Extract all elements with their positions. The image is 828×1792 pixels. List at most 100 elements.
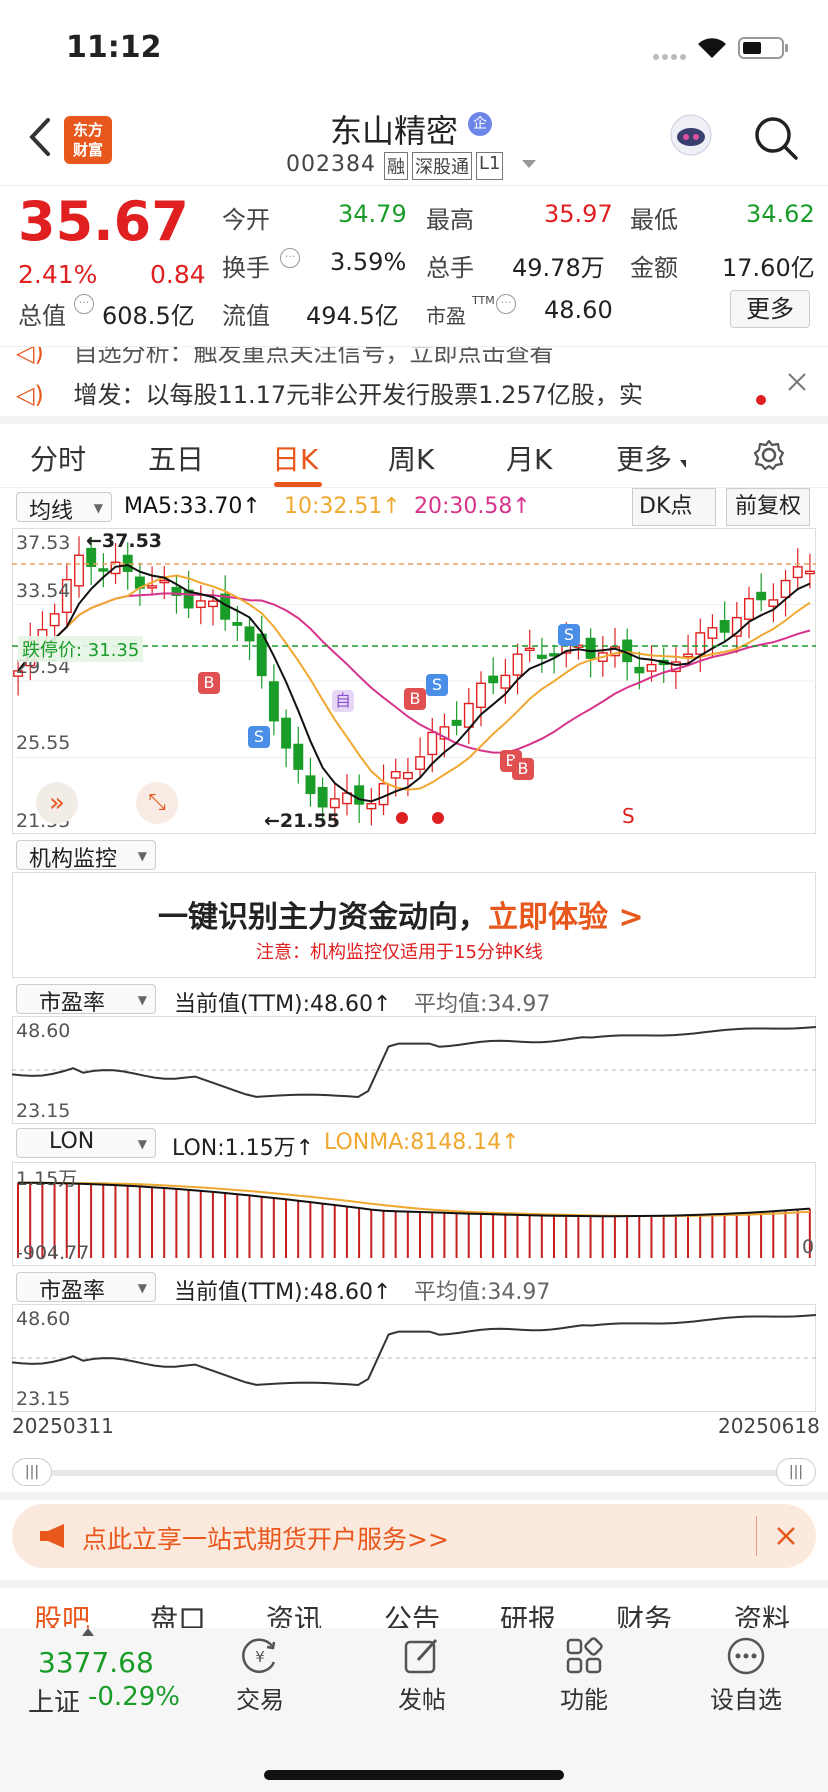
- candle-body[interactable]: [780, 579, 791, 598]
- double-chevron-icon[interactable]: »: [36, 782, 78, 824]
- notice-line-1[interactable]: ◁) 自选分析：触发重点关注信号，立即点击查看: [16, 347, 553, 368]
- candle-body[interactable]: [147, 585, 158, 589]
- pe-chart[interactable]: [12, 1016, 816, 1124]
- candle-body[interactable]: [792, 566, 803, 579]
- tab-more[interactable]: 更多: [616, 438, 672, 478]
- candle-body[interactable]: [451, 719, 462, 726]
- info-icon[interactable]: ···: [74, 294, 94, 314]
- futures-promo-banner[interactable]: 点此立享一站式期货开户服务>>: [12, 1504, 816, 1568]
- lon-select[interactable]: LON ▼: [16, 1128, 156, 1158]
- candle-body[interactable]: [293, 743, 304, 770]
- candle-body[interactable]: [768, 599, 779, 607]
- index-value[interactable]: 3377.68: [38, 1646, 154, 1679]
- settings-gear-icon[interactable]: [752, 438, 786, 476]
- indicator-select[interactable]: 均线 ▼: [16, 492, 112, 524]
- candle-body[interactable]: [305, 775, 316, 795]
- info-icon[interactable]: ···: [280, 248, 300, 268]
- candle-body[interactable]: [427, 731, 438, 756]
- lon-chart[interactable]: [12, 1162, 816, 1266]
- candle-body[interactable]: [281, 717, 292, 749]
- more-button[interactable]: 更多: [730, 290, 810, 328]
- notice-line-2[interactable]: ◁) 增发：以每股11.17元非公开发行股票1.257亿股，实: [16, 375, 643, 410]
- candle-body[interactable]: [390, 771, 401, 779]
- inst-promo-link[interactable]: 立即体验 >: [488, 900, 644, 935]
- range-slider[interactable]: ||| |||: [12, 1458, 816, 1486]
- buy-signal-icon[interactable]: B: [404, 688, 426, 710]
- candle-body[interactable]: [208, 600, 218, 608]
- close-icon[interactable]: [774, 1524, 798, 1552]
- tab-intraday[interactable]: 分时: [30, 438, 86, 478]
- adjust-button[interactable]: 前复权: [726, 488, 810, 526]
- candle-body[interactable]: [49, 613, 60, 627]
- candle-body[interactable]: [195, 600, 206, 609]
- candle-body[interactable]: [683, 653, 694, 658]
- candle-body[interactable]: [415, 756, 426, 770]
- pe-select[interactable]: 市盈率 ▼: [16, 984, 156, 1016]
- candle-body[interactable]: [695, 632, 706, 655]
- robot-assistant-icon[interactable]: [666, 110, 716, 164]
- buy-signal-icon[interactable]: B: [512, 758, 534, 780]
- candle-body[interactable]: [719, 620, 730, 633]
- nav-add-watchlist[interactable]: 设自选: [686, 1628, 806, 1715]
- tab-weekly-k[interactable]: 周K: [388, 438, 434, 478]
- candle-body[interactable]: [317, 786, 328, 808]
- candle-body[interactable]: [804, 570, 815, 575]
- dropdown-caret-icon[interactable]: [522, 160, 536, 168]
- sell-signal-icon[interactable]: S: [558, 624, 580, 646]
- candle-body[interactable]: [244, 626, 255, 642]
- expand-icon[interactable]: ⤡: [136, 782, 178, 824]
- tab-five-day[interactable]: 五日: [148, 438, 204, 478]
- close-icon[interactable]: [786, 371, 808, 397]
- candle-body[interactable]: [232, 622, 243, 626]
- nav-post[interactable]: 发帖: [362, 1628, 482, 1715]
- candle-body[interactable]: [366, 803, 377, 810]
- candle-body[interactable]: [634, 666, 645, 674]
- buy-signal-icon[interactable]: B: [198, 672, 220, 694]
- candle-body[interactable]: [329, 798, 340, 809]
- candle-body[interactable]: [159, 579, 170, 584]
- expand-up-icon[interactable]: [82, 1628, 94, 1636]
- info-icon[interactable]: ···: [496, 294, 516, 314]
- event-dot-icon[interactable]: [432, 812, 444, 824]
- candle-body[interactable]: [512, 653, 523, 676]
- more-dots-icon: [726, 1636, 766, 1676]
- sell-signal-icon[interactable]: S: [248, 726, 270, 748]
- candle-body[interactable]: [354, 785, 365, 805]
- candle-body[interactable]: [488, 675, 499, 684]
- candle-body[interactable]: [378, 783, 389, 806]
- event-s-icon[interactable]: S: [622, 804, 635, 828]
- candle-body[interactable]: [476, 682, 486, 709]
- nav-trade[interactable]: ¥ 交易: [200, 1628, 320, 1715]
- candle-body[interactable]: [402, 771, 413, 780]
- self-select-marker-icon[interactable]: 自: [332, 690, 354, 712]
- candle-body[interactable]: [268, 681, 279, 722]
- tag-margin: 融: [384, 152, 408, 180]
- pe-current: 当前值(TTM):48.60↑: [174, 992, 392, 1017]
- candle-body[interactable]: [524, 647, 535, 652]
- search-icon[interactable]: [752, 114, 800, 166]
- candle-body[interactable]: [744, 598, 754, 620]
- slider-left-handle[interactable]: |||: [12, 1458, 52, 1486]
- candle-body[interactable]: [463, 702, 474, 728]
- candle-body[interactable]: [707, 627, 718, 639]
- candle-body[interactable]: [585, 637, 596, 659]
- candle-body[interactable]: [256, 633, 267, 677]
- pe-select-2[interactable]: 市盈率 ▼: [16, 1272, 156, 1304]
- pe-chart-2[interactable]: [12, 1304, 816, 1412]
- back-icon[interactable]: [26, 116, 52, 162]
- tab-daily-k[interactable]: 日K: [272, 438, 318, 478]
- sell-signal-icon[interactable]: S: [426, 674, 448, 696]
- candle-body[interactable]: [536, 654, 547, 659]
- candle-body[interactable]: [756, 591, 767, 601]
- nav-functions[interactable]: 功能: [524, 1628, 644, 1715]
- inst-monitor-select[interactable]: 机构监控 ▼: [16, 840, 156, 872]
- slider-right-handle[interactable]: |||: [776, 1458, 816, 1486]
- candle-body[interactable]: [646, 663, 657, 672]
- candle-body[interactable]: [98, 568, 109, 572]
- tab-monthly-k[interactable]: 月K: [506, 438, 552, 478]
- dk-point-button[interactable]: DK点: [632, 488, 716, 526]
- kline-chart[interactable]: [12, 528, 816, 834]
- candle-body[interactable]: [74, 554, 84, 587]
- candle-body[interactable]: [500, 674, 511, 689]
- event-dot-icon[interactable]: [396, 812, 408, 824]
